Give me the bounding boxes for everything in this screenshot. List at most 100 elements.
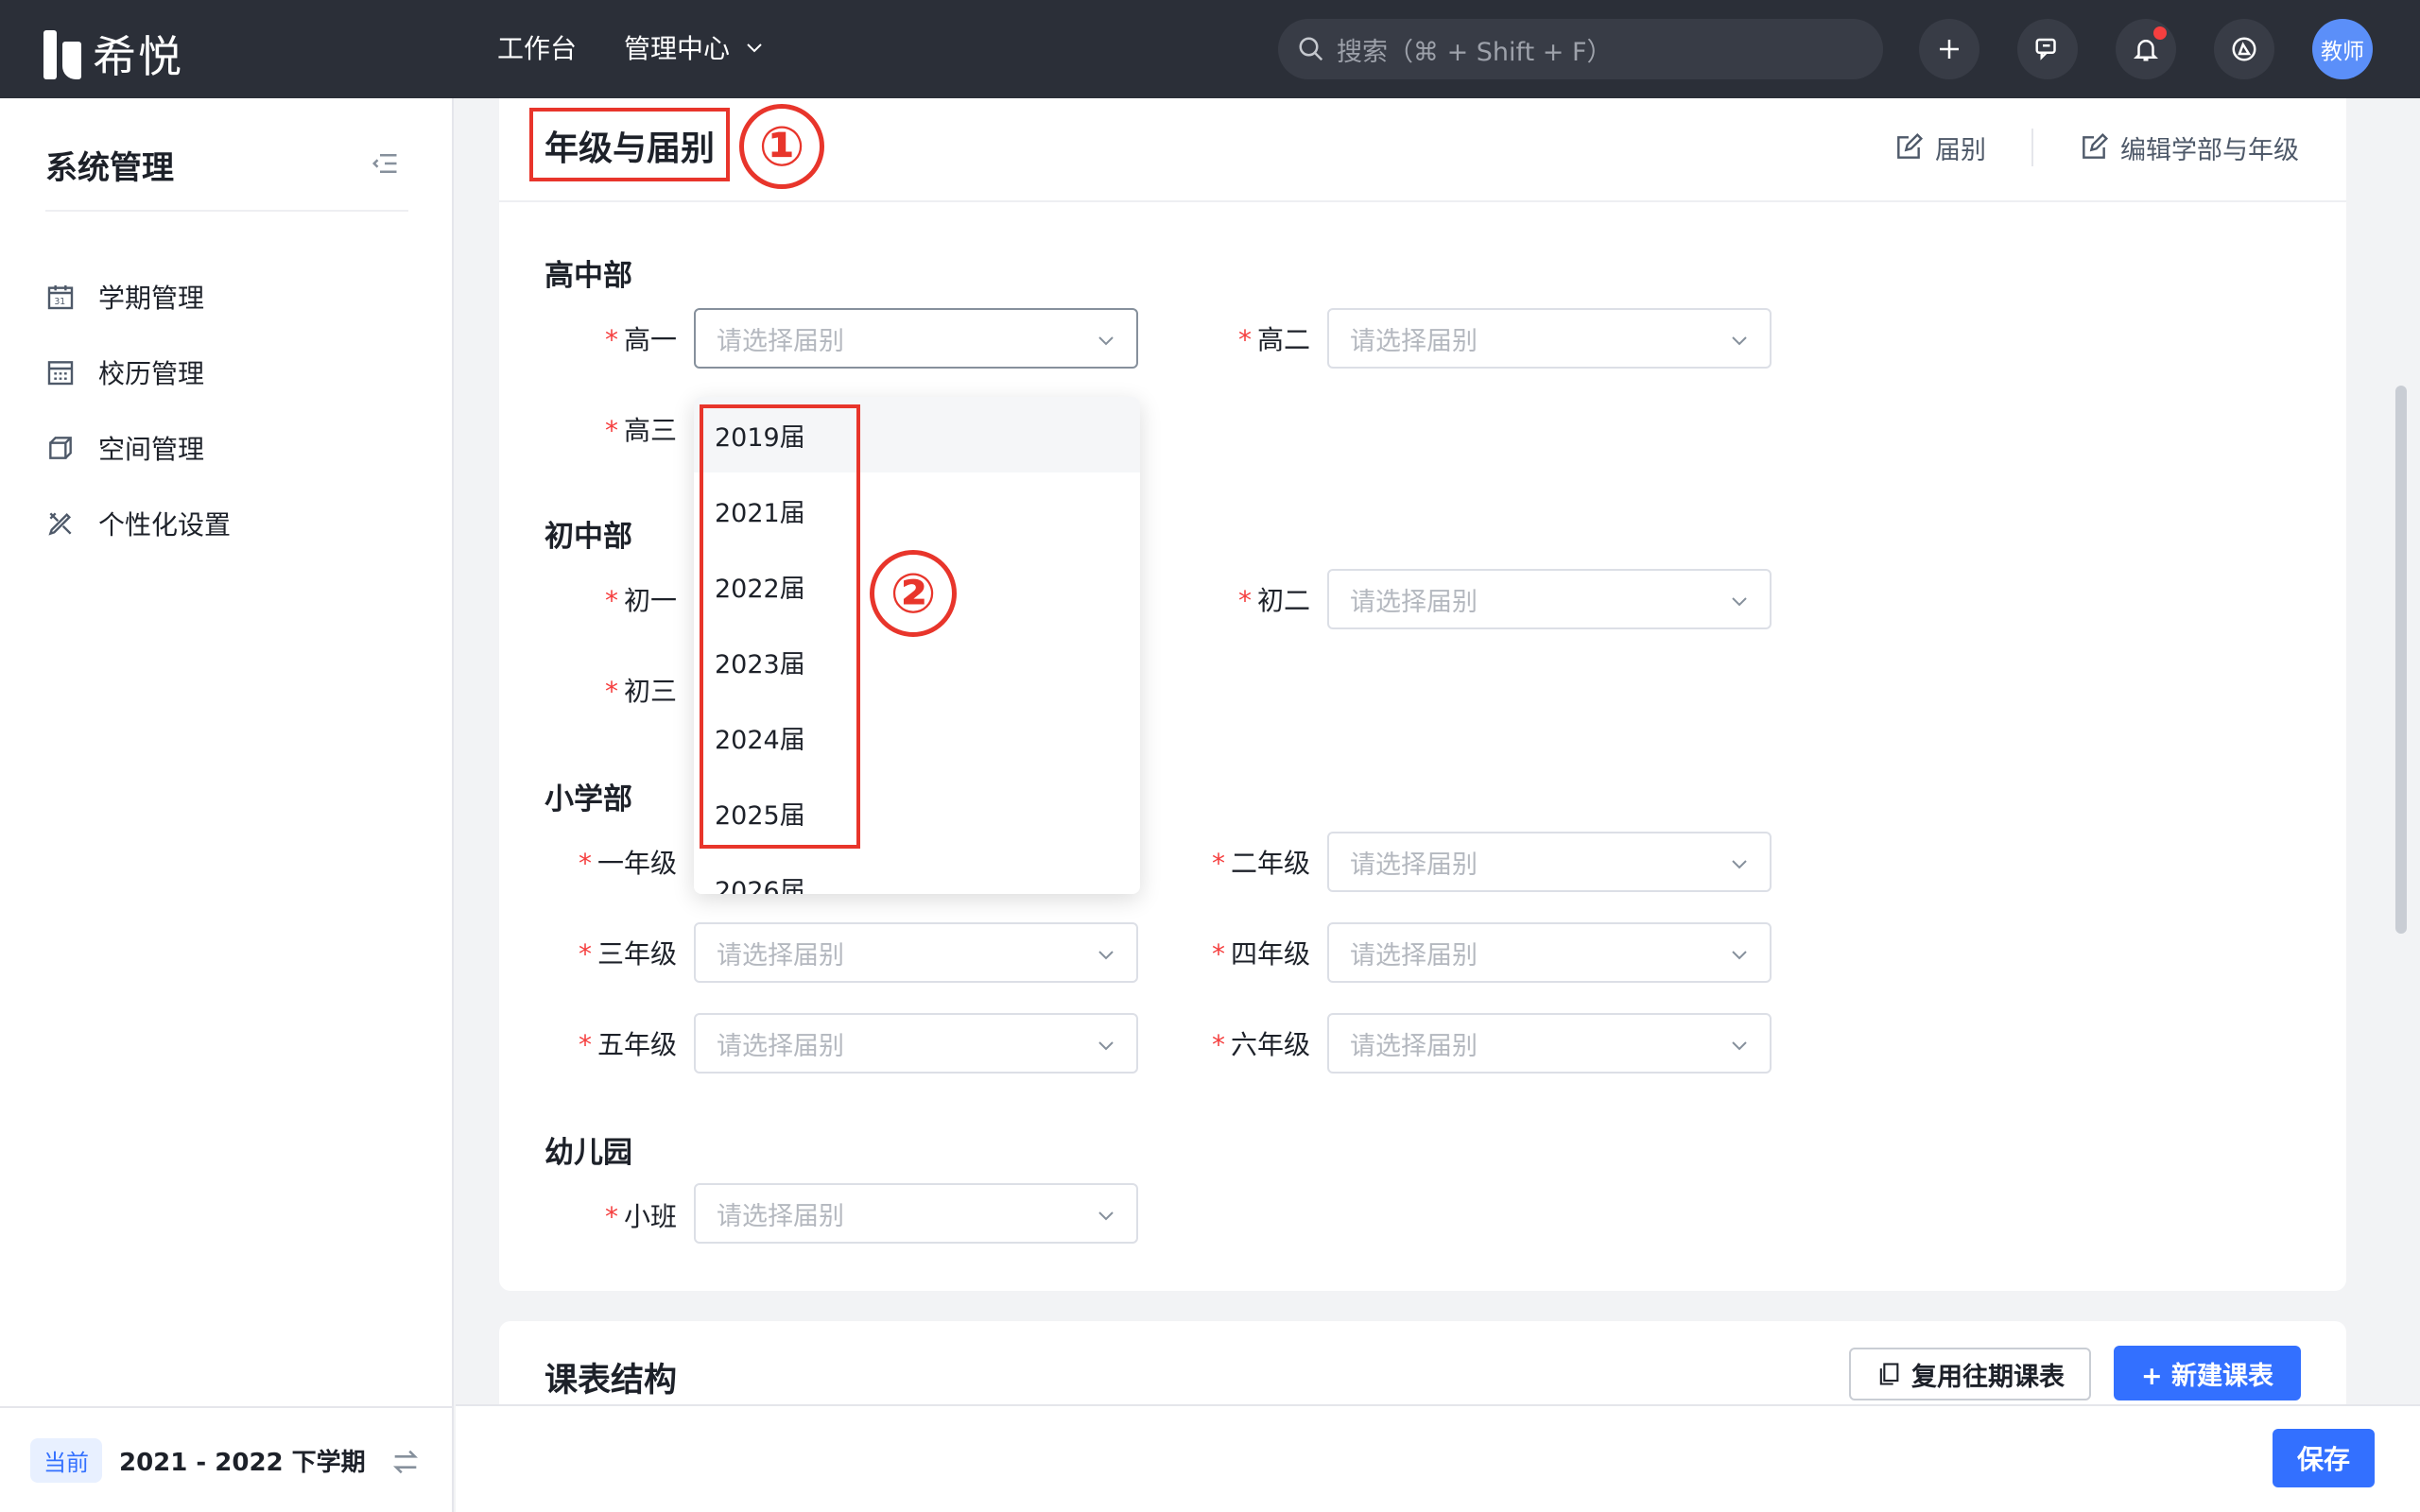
select-grade-2[interactable]: 请选择届别 <box>1327 832 1772 892</box>
select-placeholder: 请选择届别 <box>1350 326 1478 356</box>
chevron-down-icon <box>747 43 762 53</box>
dropdown-option[interactable]: 2026届 <box>694 850 1140 895</box>
chevron-down-icon <box>1098 1041 1114 1051</box>
select-grade-8[interactable]: 请选择届别 <box>1327 569 1772 629</box>
nav-admin-center[interactable]: 管理中心 <box>624 28 766 66</box>
bottom-action-bar: 保存 <box>456 1404 2420 1512</box>
app-logo[interactable]: 希悦 <box>43 23 183 85</box>
top-nav: 工作台 管理中心 <box>497 28 766 66</box>
sidebar-item-space-management[interactable]: 空间管理 <box>45 410 231 486</box>
label-grade-10: * 高一 <box>604 324 677 355</box>
cube-icon <box>49 437 72 459</box>
scrollbar-thumb[interactable] <box>2395 386 2407 934</box>
compass-icon <box>2232 37 2256 61</box>
sidebar: 系统管理 31 学期管理 校历管理 空间管理 个性化设置 当前 2021 - 2… <box>0 98 454 1512</box>
select-placeholder: 请选择届别 <box>717 940 844 971</box>
sidebar-menu: 31 学期管理 校历管理 空间管理 个性化设置 <box>45 259 231 561</box>
select-placeholder: 请选择届别 <box>1350 850 1478 880</box>
search-placeholder: 搜索（⌘ + Shift + F） <box>1337 37 1613 67</box>
label-grade-4: * 四年级 <box>1211 938 1310 970</box>
select-placeholder: 请选择届别 <box>1350 1031 1478 1061</box>
sidebar-item-label: 学期管理 <box>98 283 205 314</box>
sidebar-divider <box>45 210 408 212</box>
select-placeholder: 请选择届别 <box>1350 587 1478 617</box>
label-grade-7: * 初一 <box>604 585 677 616</box>
label-small-class: * 小班 <box>604 1201 677 1232</box>
card-actions: 届别 编辑学部与年级 <box>1893 129 2299 166</box>
select-grade-4[interactable]: 请选择届别 <box>1327 922 1772 983</box>
select-placeholder: 请选择届别 <box>717 1031 844 1061</box>
timetable-title: 课表结构 <box>544 1362 678 1400</box>
annotation-box-2 <box>700 404 860 849</box>
annotation-marker-1: ① <box>739 104 824 189</box>
annotation-marker-2: ② <box>870 550 957 637</box>
label-grade-5: * 五年级 <box>578 1029 677 1060</box>
section-high-school: 高中部 <box>544 259 632 293</box>
add-button[interactable] <box>1919 19 1979 79</box>
edit-cohort-button[interactable]: 届别 <box>1893 129 1986 166</box>
chevron-down-icon <box>1098 951 1114 960</box>
label-grade-12: * 高三 <box>604 415 677 446</box>
sidebar-item-label: 空间管理 <box>98 434 205 465</box>
new-timetable-button[interactable]: + 新建课表 <box>2114 1346 2301 1400</box>
chevron-down-icon <box>1732 951 1747 960</box>
swap-icon[interactable] <box>389 1446 422 1478</box>
sidebar-item-personalization[interactable]: 个性化设置 <box>45 486 231 561</box>
notifications-button[interactable] <box>2116 19 2176 79</box>
search-input[interactable]: 搜索（⌘ + Shift + F） <box>1278 19 1883 79</box>
save-button[interactable]: 保存 <box>2273 1429 2375 1487</box>
design-tools-icon <box>48 512 72 536</box>
chevron-down-icon <box>1732 597 1747 607</box>
chevron-down-icon <box>1732 1041 1747 1051</box>
select-placeholder: 请选择届别 <box>717 326 844 356</box>
sidebar-item-calendar-management[interactable]: 校历管理 <box>45 335 231 410</box>
nav-admin-center-label: 管理中心 <box>624 33 731 64</box>
sidebar-item-term-management[interactable]: 31 学期管理 <box>45 259 231 335</box>
edit-icon <box>1897 132 1924 159</box>
calendar-31-icon: 31 <box>47 285 74 310</box>
select-grade-6[interactable]: 请选择届别 <box>1327 1013 1772 1074</box>
chevron-down-icon <box>1098 1211 1114 1221</box>
label-grade-3: * 三年级 <box>578 938 677 970</box>
edit-divisions-button[interactable]: 编辑学部与年级 <box>2079 129 2299 166</box>
collapse-sidebar-icon[interactable] <box>371 149 399 178</box>
messages-button[interactable] <box>2017 19 2078 79</box>
svg-text:31: 31 <box>54 297 65 307</box>
label-grade-6: * 六年级 <box>1211 1029 1310 1060</box>
copy-icon <box>1879 1363 1899 1385</box>
chevron-down-icon <box>1732 336 1747 346</box>
section-kindergarten: 幼儿园 <box>544 1136 632 1170</box>
chevron-down-icon <box>1098 336 1114 346</box>
current-term-bar: 当前 2021 - 2022 下学期 <box>0 1406 454 1512</box>
chevron-down-icon <box>1732 860 1747 869</box>
sidebar-item-label: 校历管理 <box>98 358 205 389</box>
select-grade-5[interactable]: 请选择届别 <box>694 1013 1138 1074</box>
top-icon-group <box>1919 19 2274 79</box>
edit-cohort-label: 届别 <box>1935 135 1986 165</box>
edit-icon <box>2083 132 2109 159</box>
label-grade-11: * 高二 <box>1237 324 1310 355</box>
plus-icon <box>1940 40 1959 59</box>
nav-workbench[interactable]: 工作台 <box>497 28 577 66</box>
reuse-timetable-button[interactable]: 复用往期课表 <box>1849 1348 2091 1400</box>
bell-icon <box>2133 40 2159 61</box>
select-small-class[interactable]: 请选择届别 <box>694 1183 1138 1244</box>
annotation-box-1 <box>529 108 730 181</box>
current-badge: 当前 <box>30 1437 102 1483</box>
brand-name: 希悦 <box>93 31 183 82</box>
apps-button[interactable] <box>2214 19 2274 79</box>
edit-divisions-label: 编辑学部与年级 <box>2120 135 2299 165</box>
sidebar-item-label: 个性化设置 <box>98 509 232 541</box>
calendar-grid-icon <box>47 361 74 386</box>
select-grade-10[interactable]: 请选择届别 <box>694 308 1138 369</box>
select-grade-11[interactable]: 请选择届别 <box>1327 308 1772 369</box>
header-divider <box>499 200 2346 202</box>
notification-dot <box>2153 26 2167 40</box>
label-grade-2: * 二年级 <box>1211 848 1310 879</box>
avatar[interactable]: 教师 <box>2312 19 2373 79</box>
label-grade-9: * 初三 <box>604 676 677 707</box>
select-placeholder: 请选择届别 <box>717 1201 844 1231</box>
nav-workbench-label: 工作台 <box>497 33 578 64</box>
current-term: 2021 - 2022 下学期 <box>119 1448 366 1477</box>
select-grade-3[interactable]: 请选择届别 <box>694 922 1138 983</box>
